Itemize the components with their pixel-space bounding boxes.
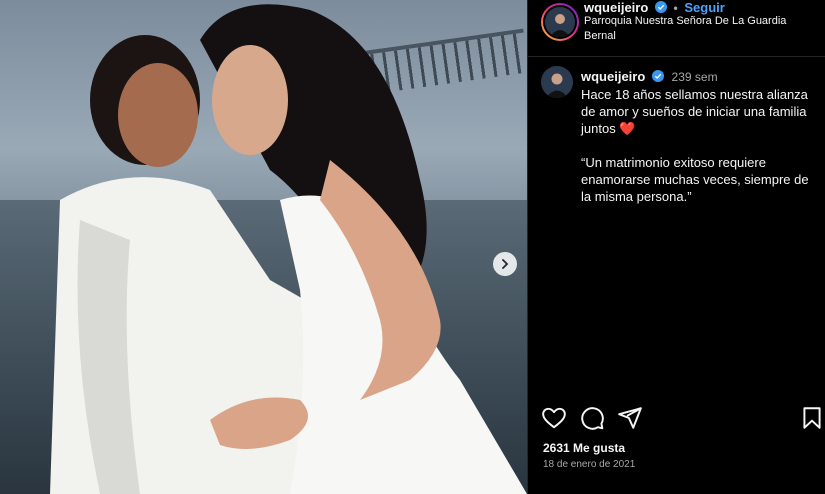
post-side-panel: wqueijeiro • Seguir Parroquia Nuestra Se… xyxy=(527,0,825,494)
post-header: wqueijeiro • Seguir Parroquia Nuestra Se… xyxy=(528,0,825,57)
follow-button[interactable]: Seguir xyxy=(684,0,724,15)
post-date[interactable]: 18 de enero de 2021 xyxy=(543,459,635,470)
next-photo-button[interactable] xyxy=(493,252,517,276)
photo-woman xyxy=(200,4,527,494)
avatar-image xyxy=(545,7,575,37)
location-link[interactable]: Parroquia Nuestra Señora De La Guardia B… xyxy=(584,14,814,44)
heart-icon[interactable] xyxy=(541,405,567,431)
verified-icon xyxy=(654,1,667,13)
share-icon[interactable] xyxy=(617,405,643,431)
separator-dot: • xyxy=(673,1,678,15)
comment-icon[interactable] xyxy=(579,405,605,431)
chevron-right-icon xyxy=(502,259,509,269)
caption-text: Hace 18 años sellamos nuestra alianza de… xyxy=(581,87,809,204)
header-username[interactable]: wqueijeiro xyxy=(584,0,648,15)
likes-count[interactable]: 2631 Me gusta xyxy=(543,441,625,455)
verified-icon xyxy=(651,70,664,82)
caption-username[interactable]: wqueijeiro xyxy=(581,69,645,84)
caption-body: wqueijeiro 239 sem Hace 18 años sellamos… xyxy=(581,68,821,205)
post-photo xyxy=(0,0,527,494)
avatar-image xyxy=(541,66,573,98)
caption-avatar[interactable] xyxy=(541,66,573,98)
caption-time[interactable]: 239 sem xyxy=(672,70,718,84)
header-user-row: wqueijeiro • Seguir xyxy=(584,0,725,15)
header-avatar[interactable] xyxy=(541,3,579,41)
bookmark-icon[interactable] xyxy=(799,405,825,431)
action-bar xyxy=(541,405,821,433)
